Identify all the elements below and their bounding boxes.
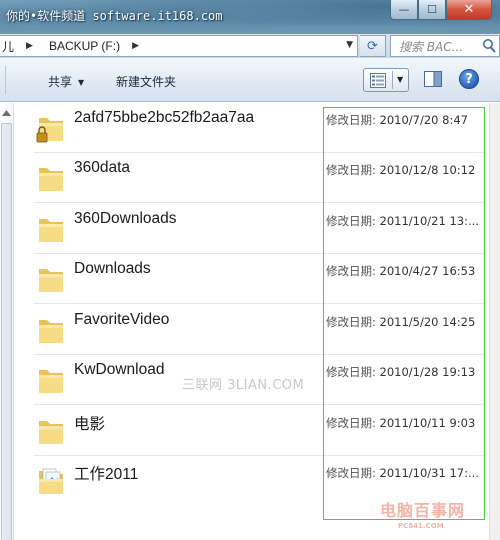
chevron-down-icon[interactable]: ▼ bbox=[397, 75, 403, 84]
date-label: 修改日期: bbox=[326, 365, 376, 379]
window-controls: — ☐ ✕ bbox=[390, 0, 492, 20]
file-date: 修改日期: 2010/4/27 16:53 bbox=[326, 263, 475, 279]
date-value: 2011/5/20 14:25 bbox=[379, 315, 476, 329]
search-input[interactable]: 搜索 BAC... bbox=[399, 38, 463, 55]
row-divider bbox=[34, 202, 484, 203]
command-toolbar: 共享 ▼ 新建文件夹 ▼ ? bbox=[0, 58, 500, 102]
scroll-thumb[interactable] bbox=[1, 123, 12, 540]
file-date: 修改日期: 2010/1/28 19:13 bbox=[326, 364, 475, 380]
title-bar: 你的•软件频道 software.it168.com — ☐ ✕ bbox=[0, 0, 500, 34]
view-options-button[interactable]: ▼ bbox=[363, 68, 409, 92]
view-button-divider bbox=[392, 71, 393, 89]
share-label: 共享 bbox=[48, 75, 73, 89]
address-bar[interactable]: 儿 ▶ BACKUP (F:) ▶ ▼ bbox=[0, 35, 358, 57]
new-folder-button[interactable]: 新建文件夹 bbox=[116, 73, 176, 90]
folder-icon bbox=[39, 320, 63, 343]
date-label: 修改日期: bbox=[326, 214, 376, 228]
folder-icon bbox=[39, 219, 63, 242]
date-value: 2011/10/21 13:... bbox=[379, 214, 479, 228]
date-value: 2010/7/20 8:47 bbox=[379, 113, 468, 127]
search-box[interactable]: 搜索 BAC... bbox=[390, 35, 500, 57]
list-item[interactable]: 2afd75bbe2bc52fb2aa7aa 修改日期: 2010/7/20 8… bbox=[34, 103, 494, 153]
corner-watermark: 电脑百事网 PC841.COM bbox=[380, 497, 465, 530]
file-name[interactable]: Downloads bbox=[74, 260, 151, 278]
breadcrumb-separator-icon[interactable]: ▶ bbox=[132, 41, 139, 51]
date-label: 修改日期: bbox=[326, 315, 376, 329]
list-item[interactable]: 电影 修改日期: 2011/10/11 9:03 bbox=[34, 406, 494, 456]
share-button[interactable]: 共享 ▼ bbox=[48, 73, 84, 90]
folder-icon bbox=[39, 421, 63, 444]
documents-folder-icon bbox=[39, 468, 63, 494]
breadcrumb-prefix[interactable]: 儿 bbox=[2, 38, 14, 55]
file-name[interactable]: 360data bbox=[74, 159, 130, 177]
breadcrumb-drive[interactable]: BACKUP (F:) bbox=[49, 39, 120, 53]
breadcrumb-separator-icon[interactable]: ▶ bbox=[26, 41, 33, 51]
list-item[interactable]: Downloads 修改日期: 2010/4/27 16:53 bbox=[34, 254, 494, 304]
navigation-pane-scrollbar[interactable] bbox=[0, 103, 14, 540]
date-value: 2011/10/31 17:... bbox=[379, 466, 479, 480]
file-date: 修改日期: 2011/10/31 17:... bbox=[326, 465, 479, 481]
chevron-down-icon: ▼ bbox=[78, 78, 85, 87]
corner-watermark-title: 电脑百事网 bbox=[380, 501, 466, 520]
preview-pane-icon[interactable] bbox=[424, 71, 442, 87]
file-name[interactable]: 工作2011 bbox=[74, 462, 138, 484]
corner-watermark-sub: PC841.COM bbox=[398, 522, 444, 530]
file-date: 修改日期: 2011/5/20 14:25 bbox=[326, 314, 475, 330]
date-label: 修改日期: bbox=[326, 466, 376, 480]
date-label: 修改日期: bbox=[326, 113, 376, 127]
date-label: 修改日期: bbox=[326, 163, 376, 177]
title-watermark: 你的•软件频道 software.it168.com bbox=[6, 9, 223, 23]
file-date: 修改日期: 2011/10/11 9:03 bbox=[326, 415, 475, 431]
maximize-button[interactable]: ☐ bbox=[418, 0, 446, 20]
list-item[interactable]: 360Downloads 修改日期: 2011/10/21 13:... bbox=[34, 204, 494, 254]
file-list: 2afd75bbe2bc52fb2aa7aa 修改日期: 2010/7/20 8… bbox=[14, 103, 489, 540]
date-label: 修改日期: bbox=[326, 416, 376, 430]
file-date: 修改日期: 2011/10/21 13:... bbox=[326, 213, 479, 229]
date-value: 2011/10/11 9:03 bbox=[379, 416, 476, 430]
row-divider bbox=[34, 303, 484, 304]
locked-folder-icon bbox=[36, 118, 63, 143]
help-button[interactable]: ? bbox=[459, 69, 479, 89]
close-button[interactable]: ✕ bbox=[446, 0, 492, 20]
date-value: 2010/4/27 16:53 bbox=[379, 264, 476, 278]
date-value: 2010/1/28 19:13 bbox=[379, 365, 476, 379]
file-name[interactable]: 2afd75bbe2bc52fb2aa7aa bbox=[74, 109, 254, 127]
file-date: 修改日期: 2010/7/20 8:47 bbox=[326, 112, 468, 128]
file-name[interactable]: 360Downloads bbox=[74, 210, 177, 228]
row-divider bbox=[34, 404, 484, 405]
list-item[interactable]: 360data 修改日期: 2010/12/8 10:12 bbox=[34, 153, 494, 203]
date-value: 2010/12/8 10:12 bbox=[379, 163, 476, 177]
toolbar-edge bbox=[0, 66, 6, 94]
file-name[interactable]: 电影 bbox=[74, 412, 105, 434]
address-dropdown-icon[interactable]: ▼ bbox=[346, 40, 353, 50]
refresh-button[interactable]: ⟳ bbox=[360, 35, 386, 57]
file-name[interactable]: FavoriteVideo bbox=[74, 311, 169, 329]
folder-icon bbox=[39, 370, 63, 393]
view-details-icon bbox=[370, 73, 386, 88]
file-date: 修改日期: 2010/12/8 10:12 bbox=[326, 162, 475, 178]
search-icon[interactable] bbox=[482, 38, 496, 54]
folder-icon bbox=[39, 168, 63, 191]
list-item[interactable]: FavoriteVideo 修改日期: 2011/5/20 14:25 bbox=[34, 305, 494, 355]
file-name[interactable]: KwDownload bbox=[74, 361, 164, 379]
minimize-button[interactable]: — bbox=[390, 0, 418, 20]
folder-icon bbox=[39, 269, 63, 292]
scroll-up-icon[interactable] bbox=[1, 109, 12, 117]
address-row: 儿 ▶ BACKUP (F:) ▶ ▼ ⟳ 搜索 BAC... bbox=[0, 34, 500, 58]
date-label: 修改日期: bbox=[326, 264, 376, 278]
center-watermark: 三联网 3LIAN.COM bbox=[182, 378, 305, 393]
